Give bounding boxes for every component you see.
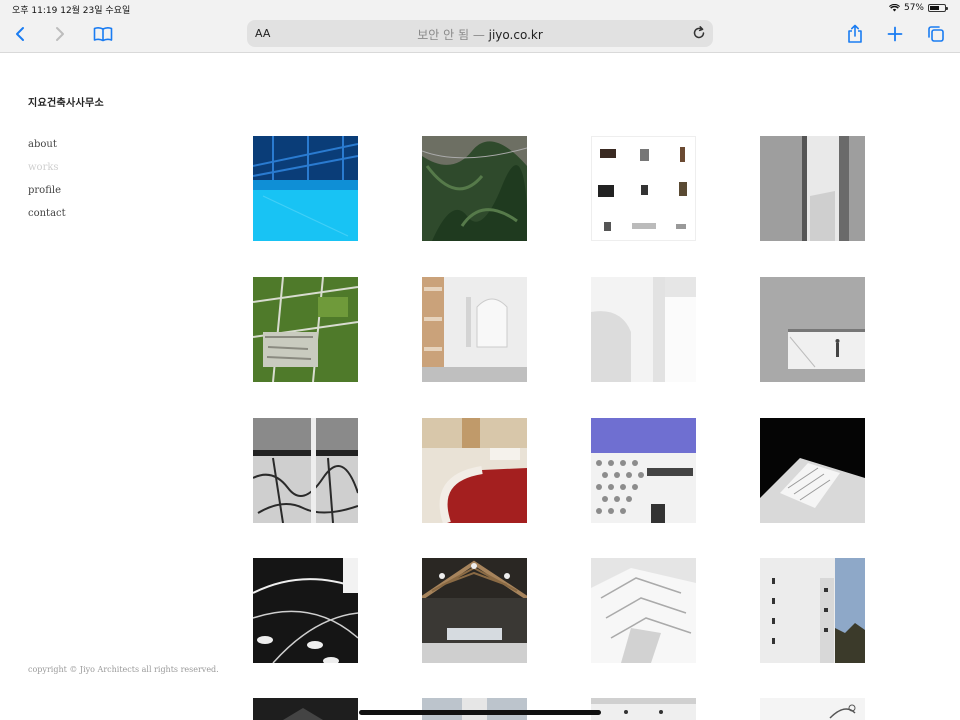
browser-toolbar: AA 보안 안 됨 — jiyo.co.kr	[0, 16, 960, 53]
bookmarks-icon[interactable]	[91, 22, 115, 46]
back-icon[interactable]	[8, 22, 32, 46]
work-thumbnail[interactable]	[253, 418, 358, 523]
status-bar: 오후 11:19 12월 23일 수요일 57%	[0, 0, 960, 16]
copyright-text: copyright © Jiyo Architects all rights r…	[28, 665, 219, 674]
url-display[interactable]: 보안 안 됨 — jiyo.co.kr	[247, 26, 713, 43]
reload-icon[interactable]	[691, 25, 707, 41]
work-thumbnail[interactable]	[253, 277, 358, 382]
forward-icon[interactable]	[48, 22, 72, 46]
work-thumbnail[interactable]	[591, 418, 696, 523]
site-nav: about works profile contact	[28, 139, 66, 231]
work-thumbnail[interactable]	[591, 277, 696, 382]
work-thumbnail[interactable]	[422, 136, 527, 241]
home-indicator[interactable]	[359, 710, 601, 715]
work-thumbnail[interactable]	[760, 558, 865, 663]
address-bar[interactable]: AA 보안 안 됨 — jiyo.co.kr	[247, 20, 713, 47]
work-thumbnail[interactable]	[760, 698, 865, 720]
work-thumbnail[interactable]	[253, 558, 358, 663]
battery-icon	[928, 4, 948, 12]
work-thumbnail[interactable]	[422, 277, 527, 382]
work-thumbnail[interactable]	[591, 558, 696, 663]
battery-percent: 57%	[903, 3, 924, 13]
work-thumbnail[interactable]	[422, 558, 527, 663]
url-security-label: 보안 안 됨 —	[417, 28, 489, 42]
work-thumbnail[interactable]	[422, 418, 527, 523]
work-thumbnail[interactable]	[253, 136, 358, 241]
tabs-overview-icon[interactable]	[924, 22, 948, 46]
nav-contact[interactable]: contact	[28, 208, 66, 231]
work-thumbnail[interactable]	[760, 136, 865, 241]
work-thumbnail[interactable]	[760, 277, 865, 382]
nav-about[interactable]: about	[28, 139, 66, 162]
share-icon[interactable]	[843, 22, 867, 46]
work-thumbnail[interactable]	[422, 698, 527, 720]
status-time: 오후 11:19 12월 23일 수요일	[12, 6, 131, 16]
nav-works[interactable]: works	[28, 162, 66, 185]
site-title[interactable]: 지요건축사사무소	[28, 94, 104, 109]
url-host: jiyo.co.kr	[488, 28, 543, 42]
wifi-icon	[888, 4, 900, 12]
work-thumbnail[interactable]	[253, 698, 358, 720]
nav-profile[interactable]: profile	[28, 185, 66, 208]
work-thumbnail[interactable]	[760, 418, 865, 523]
new-tab-icon[interactable]	[883, 22, 907, 46]
work-thumbnail[interactable]	[591, 698, 696, 720]
work-thumbnail[interactable]	[591, 136, 696, 241]
